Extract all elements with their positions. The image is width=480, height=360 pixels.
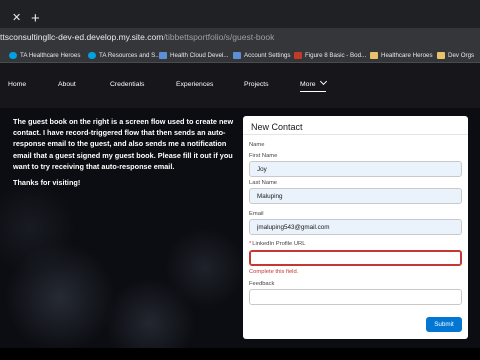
first-name-input[interactable]	[249, 161, 462, 177]
linkedin-label-text: LinkedIn Profile URL	[252, 241, 306, 247]
fx-icon	[294, 51, 302, 59]
bookmark-ta-healthcare-heroes[interactable]: TA Healthcare Heroes	[9, 50, 80, 60]
last-name-label: Last Name	[249, 180, 278, 186]
bookmarks-bar: TA Healthcare Heroes TA Resources and S.…	[0, 47, 480, 63]
first-name-label: First Name	[249, 153, 278, 159]
submit-button[interactable]: Submit	[426, 317, 462, 332]
nav-more[interactable]: More	[300, 77, 327, 92]
bookmark-label: Health Cloud Devel...	[170, 51, 229, 59]
bookmark-figure-8[interactable]: Figure 8 Basic - Bod...	[294, 50, 366, 60]
site-nav: Home About Credentials Experiences Proje…	[0, 63, 480, 108]
nav-more-label: More	[300, 81, 316, 88]
salesforce-icon	[233, 51, 241, 59]
address-bar[interactable]: ttsconsultingllc-dev-ed.develop.my.site.…	[0, 28, 480, 47]
new-tab-icon[interactable]: +	[31, 11, 40, 26]
feedback-input[interactable]	[249, 289, 462, 305]
bookmark-label: Healthcare Heroes	[381, 51, 433, 59]
bookmark-label: TA Healthcare Heroes	[20, 51, 81, 59]
bookmark-dev-orgs-folder[interactable]: Dev Orgs	[437, 50, 474, 60]
nav-credentials[interactable]: Credentials	[110, 81, 144, 88]
url-text[interactable]: ttsconsultingllc-dev-ed.develop.my.site.…	[0, 32, 274, 42]
close-tab-icon[interactable]: ✕	[12, 13, 21, 24]
name-label: Name	[249, 142, 265, 148]
thanks-text: Thanks for visiting!	[13, 178, 81, 187]
nav-projects[interactable]: Projects	[244, 81, 269, 88]
linkedin-url-input[interactable]	[249, 250, 462, 266]
linkedin-error-message: Complete this field.	[249, 269, 299, 275]
card-title: New Contact	[251, 122, 303, 132]
bookmark-healthcare-heroes-folder[interactable]: Healthcare Heroes	[370, 50, 433, 60]
browser-tab-bar: ✕ +	[0, 0, 480, 28]
guest-book-intro: The guest book on the right is a screen …	[13, 117, 234, 171]
nav-experiences[interactable]: Experiences	[176, 81, 213, 88]
cloud-icon	[9, 51, 17, 59]
folder-icon	[370, 51, 378, 59]
bookmark-health-cloud[interactable]: Health Cloud Devel...	[159, 50, 228, 60]
page-bottom-strip	[0, 348, 480, 360]
chevron-down-icon	[319, 77, 327, 86]
bookmark-account-settings[interactable]: Account Settings	[233, 50, 290, 60]
salesforce-icon	[159, 51, 167, 59]
bookmark-label: TA Resources and S...	[99, 51, 161, 59]
feedback-label: Feedback	[249, 281, 275, 287]
linkedin-label: *LinkedIn Profile URL	[249, 241, 305, 247]
last-name-input[interactable]	[249, 188, 462, 204]
nav-about[interactable]: About	[58, 81, 76, 88]
new-contact-card: New Contact Name First Name Last Name Em…	[243, 116, 468, 339]
nav-home[interactable]: Home	[8, 81, 26, 88]
card-divider	[243, 134, 468, 135]
required-mark: *	[249, 241, 252, 247]
folder-icon	[437, 51, 445, 59]
cloud-icon	[88, 51, 96, 59]
url-path: /tibbettsportfolio/s/guest-book	[163, 32, 275, 42]
bookmark-label: Account Settings	[244, 51, 291, 59]
url-host: ttsconsultingllc-dev-ed.develop.my.site.…	[0, 32, 164, 42]
email-input[interactable]	[249, 219, 462, 235]
bookmark-ta-resources[interactable]: TA Resources and S...	[88, 50, 160, 60]
email-label: Email	[249, 211, 264, 217]
bookmark-label: Dev Orgs	[448, 51, 475, 59]
bookmark-label: Figure 8 Basic - Bod...	[305, 51, 367, 59]
